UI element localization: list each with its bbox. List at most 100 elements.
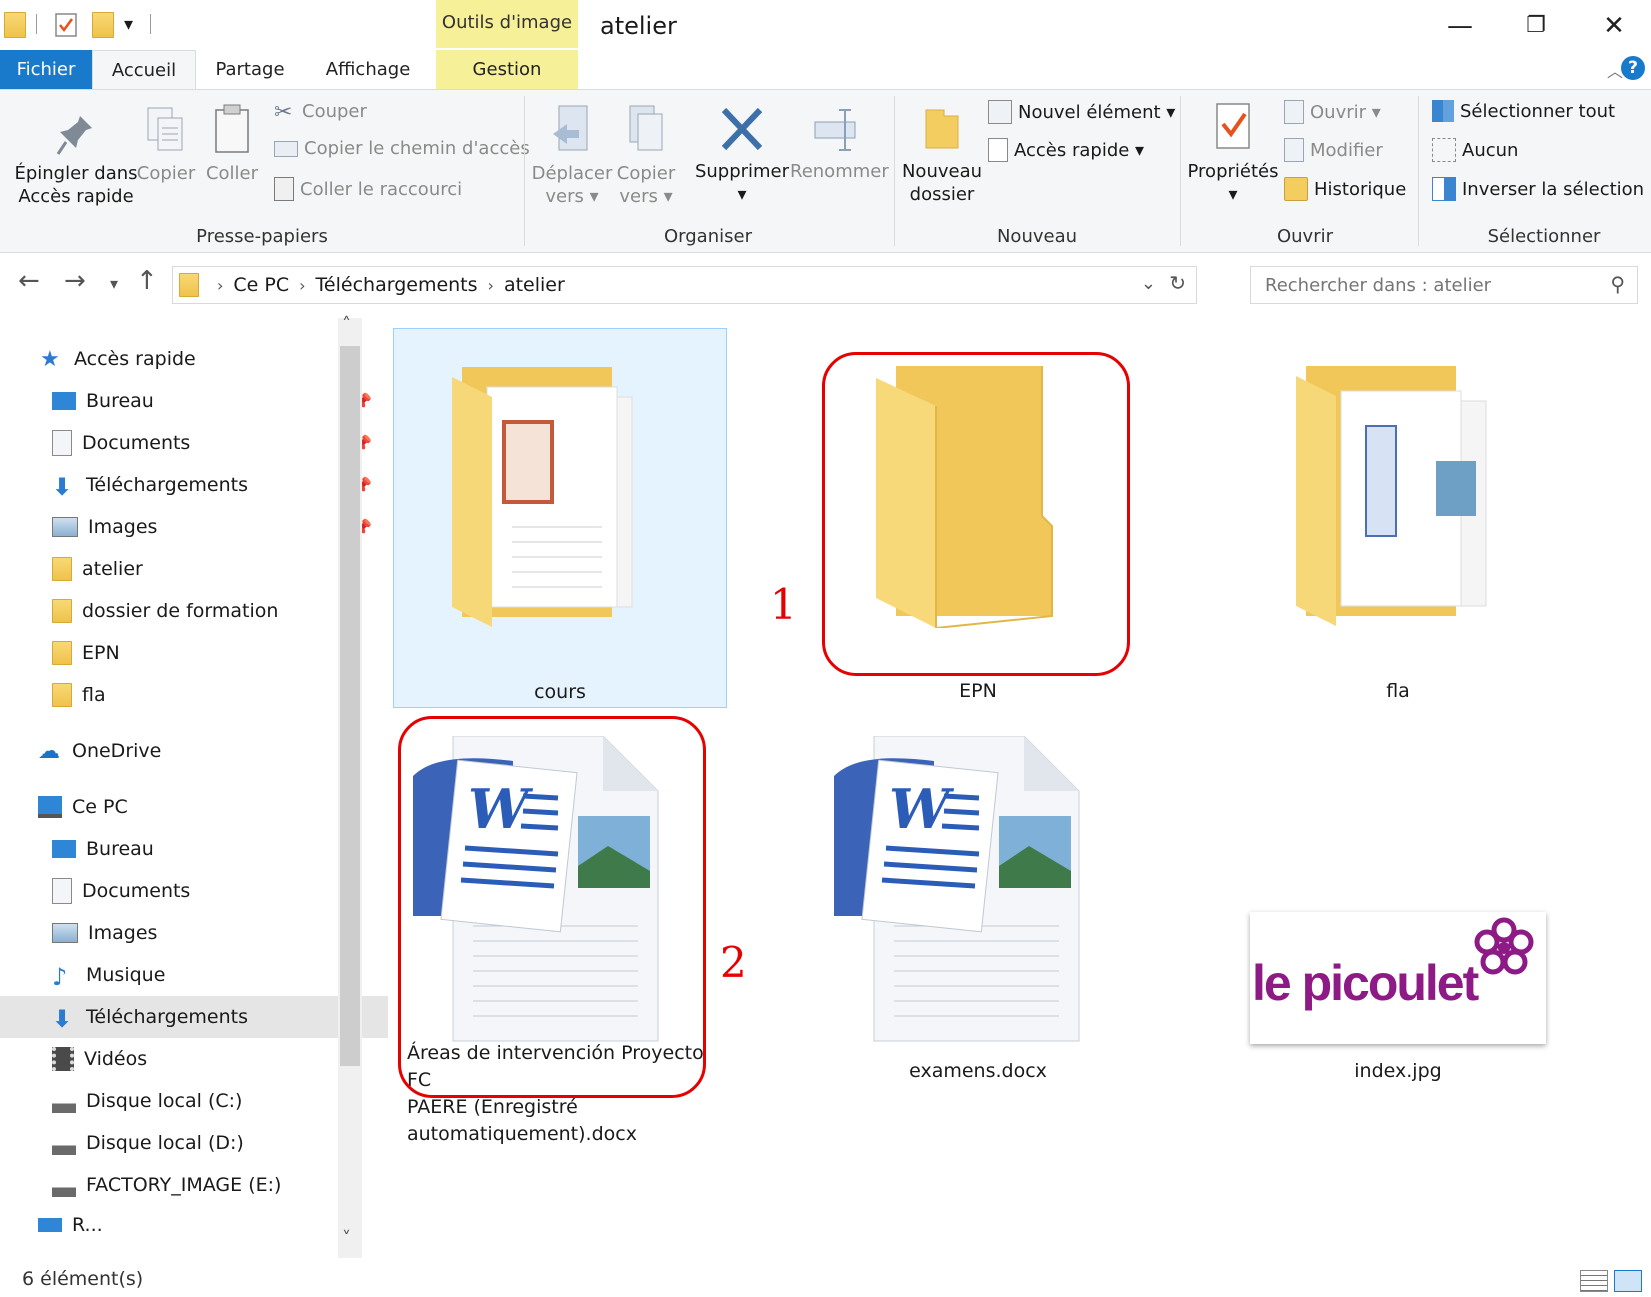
star-icon: ★ (40, 347, 60, 372)
forward-arrow-icon[interactable]: → (64, 266, 86, 296)
copy-button[interactable]: Copier (136, 104, 196, 185)
desktop-icon (52, 840, 76, 858)
paste-shortcut-button[interactable]: Coller le raccourci (274, 177, 462, 201)
search-input[interactable] (1263, 273, 1587, 297)
open-button[interactable]: Ouvrir ▾ (1284, 100, 1381, 124)
restore-button[interactable]: ❐ (1506, 8, 1566, 44)
sidebar-item-downloads[interactable]: ⬇ Téléchargements 📌 (0, 464, 388, 506)
tab-home[interactable]: Accueil (92, 50, 196, 91)
sidebar-item-fla[interactable]: fla (0, 674, 388, 716)
delete-label: Supprimer (694, 161, 790, 182)
sidebar-item-label: Musique (86, 964, 166, 986)
rename-button[interactable]: Renommer (790, 104, 889, 183)
address-dropdown-icon[interactable]: ⌄ (1141, 273, 1156, 294)
file-tile-examens-docx[interactable]: W examens.docx (812, 722, 1144, 1100)
edit-button[interactable]: Modifier (1284, 138, 1383, 162)
new-folder-label-2: dossier (909, 184, 975, 205)
recent-locations-chevron-icon[interactable]: ▾ (110, 274, 118, 293)
sidebar-item-desktop[interactable]: Bureau 📌 (0, 380, 388, 422)
sidebar-item-pc-videos[interactable]: Vidéos (0, 1038, 388, 1080)
network-icon (38, 1218, 62, 1232)
sidebar-item-pc-desktop[interactable]: Bureau (0, 828, 388, 870)
select-none-button[interactable]: Aucun (1432, 138, 1518, 162)
help-icon[interactable]: ? (1621, 56, 1645, 80)
properties-button[interactable]: Propriétés ▾ (1186, 98, 1280, 206)
select-all-button[interactable]: Sélectionner tout (1432, 100, 1615, 122)
tab-manage[interactable]: Gestion (436, 50, 578, 90)
close-button[interactable]: ✕ (1584, 8, 1644, 44)
sidebar-item-network[interactable]: R... (0, 1212, 374, 1238)
tab-share[interactable]: Partage (204, 50, 296, 90)
file-tile-cours[interactable]: cours (393, 328, 727, 708)
sidebar-item-drive-e[interactable]: FACTORY_IMAGE (E:) (0, 1164, 388, 1206)
history-button[interactable]: Historique (1284, 177, 1406, 201)
folder-icon (4, 12, 26, 38)
breadcrumb-downloads[interactable]: Téléchargements (316, 274, 478, 296)
new-item-button[interactable]: Nouvel élément ▾ (988, 100, 1175, 124)
scrollbar-thumb[interactable] (340, 346, 360, 1066)
sidebar-item-label: fla (82, 684, 106, 706)
new-folder-button[interactable]: Nouveau dossier (900, 104, 984, 206)
folder-icon (179, 273, 199, 297)
pin-to-quick-access-button[interactable]: Épingler dans Accès rapide (8, 112, 144, 208)
copy-to-label-1: Copier (616, 163, 676, 184)
sidebar-item-dossier-de-formation[interactable]: dossier de formation (0, 590, 388, 632)
search-icon[interactable]: ⚲ (1610, 272, 1625, 296)
cloud-icon: ☁ (38, 739, 60, 764)
tab-view[interactable]: Affichage (318, 50, 418, 90)
breadcrumb-atelier[interactable]: atelier (504, 274, 565, 296)
customize-quick-access-icon[interactable]: ▾ (124, 14, 133, 35)
picoulet-logo-text: le picoulet (1252, 955, 1479, 1011)
properties-icon[interactable] (54, 12, 78, 38)
sidebar-item-drive-c[interactable]: Disque local (C:) (0, 1080, 388, 1122)
sidebar-item-pc-documents[interactable]: Documents (0, 870, 388, 912)
copy-to-icon (629, 105, 663, 151)
properties-dropdown-icon[interactable]: ▾ (1228, 184, 1237, 205)
breadcrumb-chevron-icon[interactable]: › (217, 276, 223, 295)
sidebar-item-documents[interactable]: Documents 📌 (0, 422, 388, 464)
refresh-icon[interactable]: ↻ (1169, 271, 1186, 295)
sidebar-item-onedrive[interactable]: ☁ OneDrive (0, 730, 374, 772)
scroll-up-icon[interactable]: ˄ (342, 314, 351, 335)
file-tile-index-jpg[interactable]: le picoulet index.jpg (1232, 722, 1564, 1100)
sidebar-item-quick-access[interactable]: ★ Accès rapide (0, 338, 376, 380)
sidebar-item-label: dossier de formation (82, 600, 279, 622)
cut-button[interactable]: ✂ Couper (274, 100, 367, 125)
folder-with-documents-icon (452, 367, 633, 627)
breadcrumb-chevron-icon[interactable]: › (299, 276, 305, 295)
copy-to-label-2: vers ▾ (619, 186, 673, 207)
delete-button[interactable]: Supprimer ▾ (694, 104, 790, 206)
tab-file[interactable]: Fichier (0, 50, 92, 90)
sidebar-item-pc-downloads[interactable]: ⬇ Téléchargements (0, 996, 388, 1038)
breadcrumb-this-pc[interactable]: Ce PC (233, 274, 289, 296)
sidebar-item-pc-music[interactable]: ♪ Musique (0, 954, 388, 996)
copy-label: Copier (136, 163, 196, 184)
copy-to-button[interactable]: Copier vers ▾ (614, 102, 678, 208)
sidebar-item-atelier[interactable]: atelier (0, 548, 388, 590)
sidebar-item-drive-d[interactable]: Disque local (D:) (0, 1122, 388, 1164)
copy-path-button[interactable]: Copier le chemin d'accès (274, 138, 530, 159)
address-bar[interactable]: › Ce PC › Téléchargements › atelier ⌄ ↻ (172, 266, 1197, 304)
easy-access-button[interactable]: Accès rapide ▾ (988, 138, 1144, 162)
paste-button[interactable]: Coller (202, 102, 262, 185)
details-view-icon[interactable] (1580, 1270, 1608, 1292)
minimize-button[interactable]: — (1430, 8, 1490, 44)
breadcrumb-chevron-icon[interactable]: › (488, 276, 494, 295)
pin-label-1: Épingler dans (14, 163, 138, 184)
sidebar-item-pc-pictures[interactable]: Images (0, 912, 388, 954)
cut-label: Couper (302, 100, 367, 122)
back-arrow-icon[interactable]: ← (18, 266, 40, 296)
sidebar-item-pictures[interactable]: Images 📌 (0, 506, 388, 548)
new-folder-icon[interactable] (92, 12, 114, 38)
sidebar-item-epn[interactable]: EPN (0, 632, 388, 674)
scroll-down-icon[interactable]: ˅ (342, 1228, 351, 1249)
sidebar-item-this-pc[interactable]: Ce PC (0, 786, 374, 828)
invert-selection-button[interactable]: Inverser la sélection (1432, 177, 1644, 201)
file-tile-fla[interactable]: fla (1232, 328, 1564, 706)
large-icons-view-icon[interactable] (1614, 1270, 1642, 1292)
up-arrow-icon[interactable]: ↑ (136, 266, 158, 296)
delete-dropdown-icon[interactable]: ▾ (737, 184, 746, 205)
edit-icon (1284, 138, 1304, 162)
search-box[interactable]: ⚲ (1250, 266, 1638, 304)
move-to-button[interactable]: Déplacer vers ▾ (530, 102, 614, 208)
